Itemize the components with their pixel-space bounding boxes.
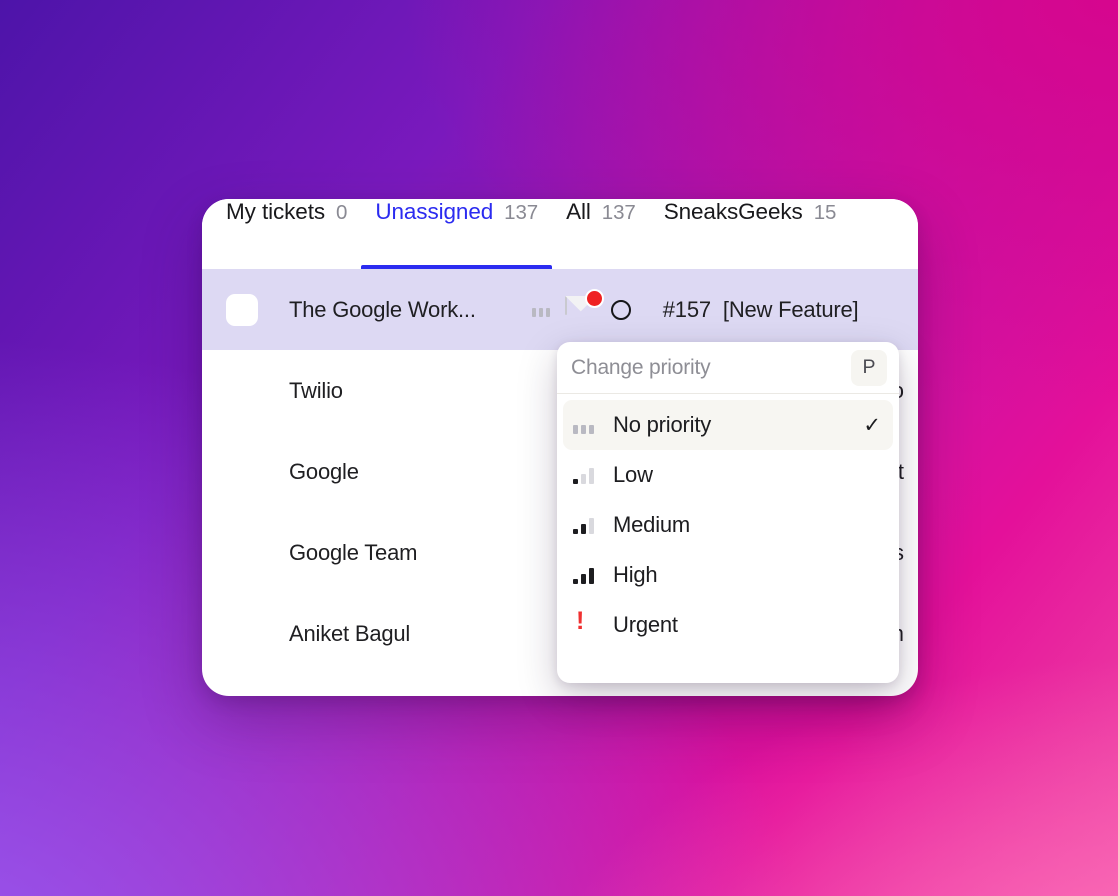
check-icon: ✓ [863, 413, 881, 437]
keyboard-shortcut-badge: P [851, 349, 887, 386]
tab-all[interactable]: All 137 [552, 199, 650, 269]
row-title: Twilio [289, 377, 343, 403]
row-title: The Google Work... [289, 296, 476, 322]
row-checkbox[interactable] [226, 375, 258, 407]
menu-item-label: Medium [613, 512, 691, 537]
row-checkbox[interactable] [226, 293, 258, 326]
tab-label: SneaksGeeks [663, 199, 803, 224]
row-checkbox[interactable] [226, 537, 258, 569]
priority-none-icon[interactable] [531, 302, 553, 317]
tab-count: 137 [504, 201, 539, 224]
change-priority-menu: Change priority P No priority ✓ Low Medi… [557, 342, 899, 683]
row-checkbox[interactable] [226, 618, 258, 650]
row-title: Aniket Bagul [289, 620, 411, 646]
priority-urgent-icon: ! [576, 607, 585, 635]
priority-high-icon [573, 566, 605, 584]
tab-unassigned[interactable]: Unassigned 137 [361, 199, 552, 269]
tab-label: My tickets [226, 199, 326, 224]
menu-search-header: Change priority P [557, 342, 899, 394]
tab-label: All [566, 199, 591, 224]
menu-item-urgent[interactable]: ! Urgent [563, 600, 893, 650]
menu-item-label: High [613, 562, 658, 587]
status-circle-icon[interactable] [610, 299, 631, 320]
tab-bar: My tickets 0 Unassigned 137 All 137 Snea… [202, 199, 918, 269]
row-title: Google Team [289, 539, 418, 565]
row-meta: #157 [New Feature] [531, 288, 859, 323]
row-title: Google [289, 458, 359, 484]
menu-item-high[interactable]: High [563, 550, 893, 600]
menu-item-no-priority[interactable]: No priority ✓ [563, 400, 893, 450]
table-row[interactable]: The Google Work... #157 [New Feature] [202, 269, 918, 350]
desktop-background: My tickets 0 Unassigned 137 All 137 Snea… [0, 0, 1118, 896]
tab-label: Unassigned [375, 199, 494, 224]
tab-sneaksgeeks[interactable]: SneaksGeeks 15 [650, 199, 851, 269]
tab-count: 15 [813, 201, 837, 224]
tab-my-tickets[interactable]: My tickets 0 [226, 199, 361, 269]
menu-item-label: Urgent [613, 612, 678, 637]
menu-item-low[interactable]: Low [563, 450, 893, 500]
menu-item-medium[interactable]: Medium [563, 500, 893, 550]
menu-item-list: No priority ✓ Low Medium High ! Urgent [557, 394, 899, 656]
row-checkbox[interactable] [226, 456, 258, 488]
row-subject: [New Feature] [722, 296, 859, 322]
unread-badge-icon [584, 288, 604, 308]
menu-item-label: No priority [613, 412, 712, 437]
tab-count: 0 [336, 201, 348, 224]
priority-none-icon [573, 416, 605, 434]
menu-item-label: Low [613, 462, 653, 487]
search-input[interactable]: Change priority [571, 356, 851, 380]
priority-medium-icon [573, 516, 605, 534]
priority-low-icon [573, 466, 605, 484]
row-ticket-id: #157 [662, 296, 711, 322]
unread-mail-icon[interactable] [564, 288, 604, 323]
tab-count: 137 [601, 201, 636, 224]
